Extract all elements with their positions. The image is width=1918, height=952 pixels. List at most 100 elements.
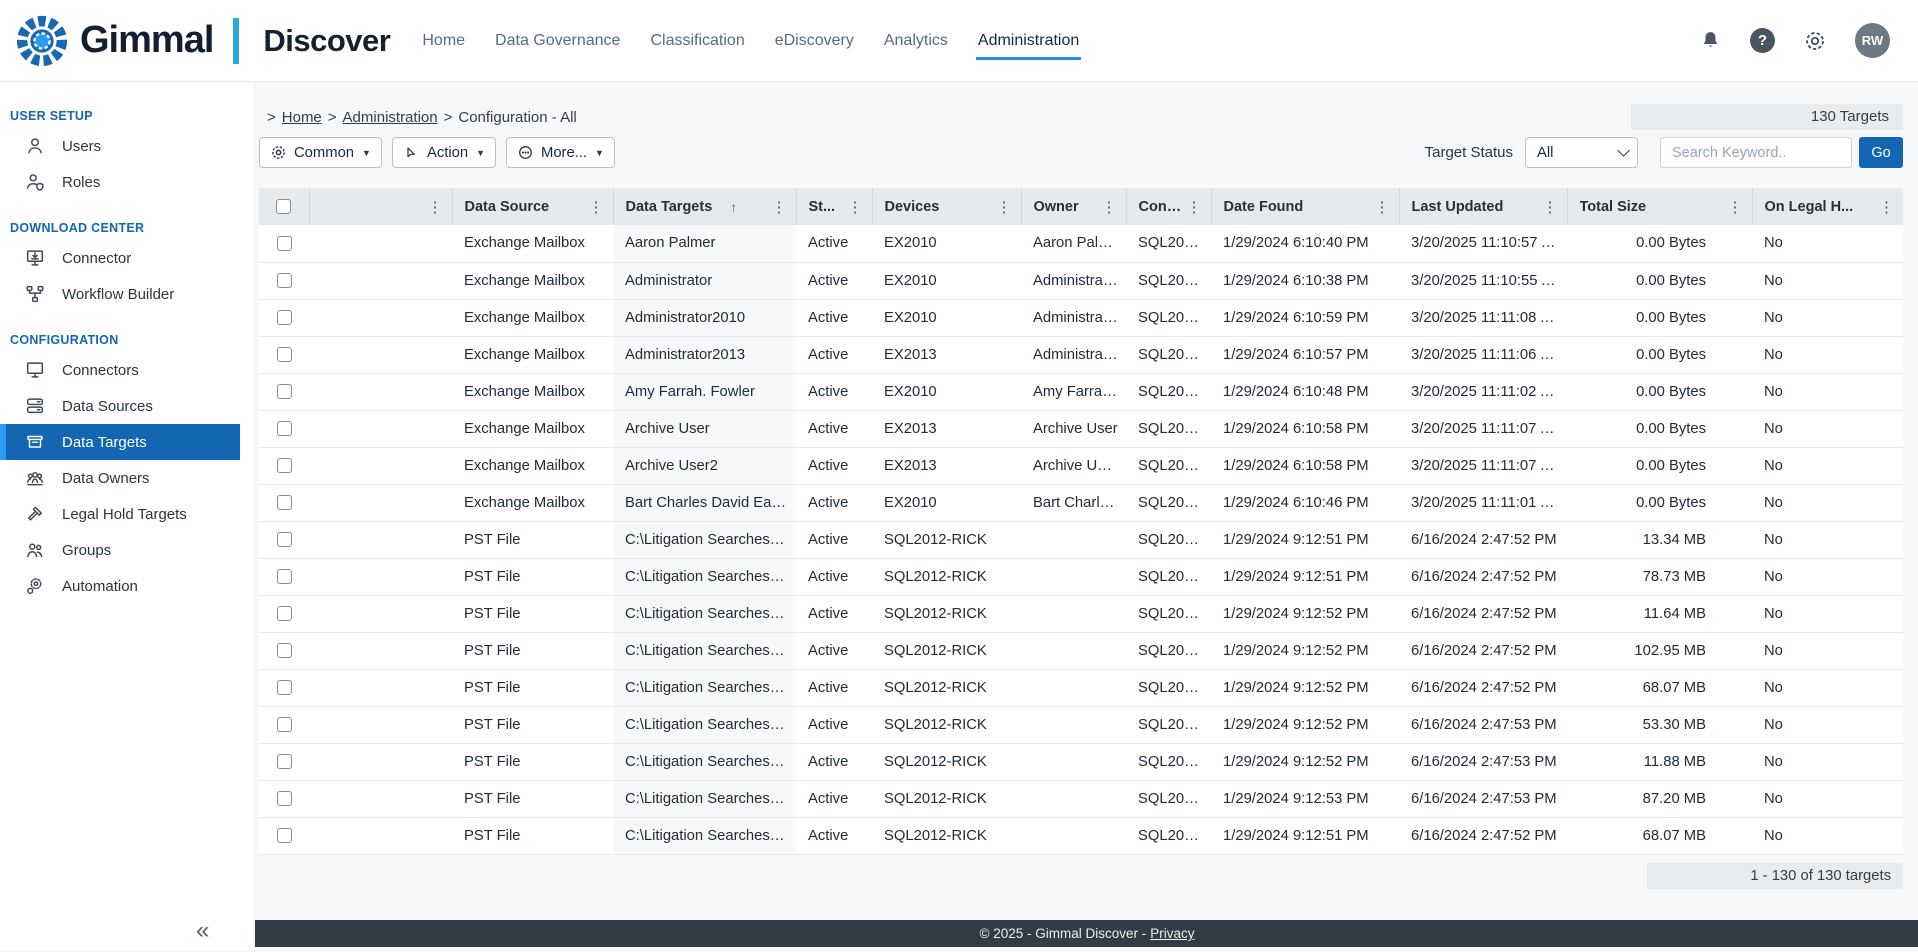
table-row[interactable]: Exchange MailboxAmy Farrah. FowlerActive… — [259, 373, 1903, 410]
breadcrumb-administration[interactable]: Administration — [343, 109, 438, 126]
table-row[interactable]: PST FileC:\Litigation Searches\Enr...Act… — [259, 780, 1903, 817]
sidebar-item-data-sources[interactable]: Data Sources — [0, 388, 240, 424]
cell-devices: EX2010 — [872, 299, 1021, 336]
sidebar-item-data-owners[interactable]: Data Owners — [0, 460, 240, 496]
column-menu-icon[interactable]: ⋮ — [1099, 198, 1120, 216]
column-menu-icon[interactable]: ⋮ — [1876, 198, 1897, 216]
sidebar-item-roles[interactable]: Roles — [0, 164, 240, 200]
nav-analytics[interactable]: Analytics — [884, 26, 948, 56]
row-checkbox[interactable] — [277, 273, 292, 288]
cell-connection: SQL2012-RI... — [1126, 336, 1211, 373]
table-row[interactable]: PST FileC:\Litigation Searches\Enr...Act… — [259, 558, 1903, 595]
chevron-down-icon — [1617, 144, 1630, 157]
select-all-checkbox[interactable] — [276, 199, 291, 214]
action-button[interactable]: Action▼ — [392, 137, 496, 168]
go-button[interactable]: Go — [1859, 137, 1903, 168]
column-menu-icon[interactable]: ⋮ — [425, 198, 446, 216]
sidebar-item-data-targets[interactable]: Data Targets — [0, 424, 240, 460]
nav-home[interactable]: Home — [422, 26, 465, 56]
cell-data_source: Exchange Mailbox — [452, 484, 613, 521]
users-icon — [23, 134, 47, 158]
row-checkbox[interactable] — [277, 310, 292, 325]
sidebar-collapse-icon[interactable]: « — [196, 919, 209, 943]
column-menu-icon[interactable]: ⋮ — [586, 198, 607, 216]
column-label: Data Targets — [626, 199, 713, 215]
sidebar-item-legal-hold-targets[interactable]: Legal Hold Targets — [0, 496, 240, 532]
table-row[interactable]: Exchange MailboxBart Charles David Earl … — [259, 484, 1903, 521]
sidebar-item-connector[interactable]: Connector — [0, 240, 240, 276]
cell-owner: Administrat... — [1021, 336, 1126, 373]
row-checkbox[interactable] — [277, 495, 292, 510]
target-status-select[interactable]: All — [1525, 137, 1638, 168]
sidebar-item-label: Legal Hold Targets — [62, 506, 187, 523]
sidebar-item-users[interactable]: Users — [0, 128, 240, 164]
table-row[interactable]: PST FileC:\Litigation Searches\Enr...Act… — [259, 706, 1903, 743]
cell-data_targets: C:\Litigation Searches\Enr... — [613, 558, 796, 595]
cell-on_legal_hold: No — [1752, 521, 1903, 558]
common-button[interactable]: Common▼ — [259, 137, 382, 168]
table-row[interactable]: Exchange MailboxArchive User2ActiveEX201… — [259, 447, 1903, 484]
sidebar-item-automation[interactable]: Automation — [0, 568, 240, 604]
table-row[interactable]: PST FileC:\Litigation Searches\Enr...Act… — [259, 669, 1903, 706]
table-row[interactable]: Exchange MailboxAdministratorActiveEX201… — [259, 262, 1903, 299]
row-checkbox[interactable] — [277, 828, 292, 843]
cell-type — [309, 558, 452, 595]
cell-on_legal_hold: No — [1752, 410, 1903, 447]
nav-ediscovery[interactable]: eDiscovery — [775, 26, 854, 56]
sidebar-section-download-center: DOWNLOAD CENTERConnectorWorkflow Builder — [0, 221, 254, 312]
sidebar-item-groups[interactable]: Groups — [0, 532, 240, 568]
row-checkbox[interactable] — [277, 421, 292, 436]
nav-classification[interactable]: Classification — [650, 26, 744, 56]
row-checkbox[interactable] — [277, 458, 292, 473]
column-menu-icon[interactable]: ⋮ — [769, 198, 790, 216]
row-checkbox[interactable] — [277, 236, 292, 251]
table-row[interactable]: PST FileC:\Litigation Searches\Div...Act… — [259, 817, 1903, 854]
table-row[interactable]: PST FileC:\Litigation Searches\Enr...Act… — [259, 632, 1903, 669]
sort-ascending-icon[interactable]: ↑ — [730, 199, 737, 215]
table-row[interactable]: PST FileC:\Litigation Searches\Enr...Act… — [259, 595, 1903, 632]
breadcrumb-home[interactable]: Home — [282, 109, 322, 126]
table-row[interactable]: Exchange MailboxAdministrator2010ActiveE… — [259, 299, 1903, 336]
row-checkbox[interactable] — [277, 643, 292, 658]
table-row[interactable]: Exchange MailboxArchive UserActiveEX2013… — [259, 410, 1903, 447]
row-checkbox[interactable] — [277, 791, 292, 806]
privacy-link[interactable]: Privacy — [1150, 926, 1194, 941]
row-checkbox[interactable] — [277, 384, 292, 399]
cell-connection: SQL2012-RI... — [1126, 817, 1211, 854]
cell-devices: SQL2012-RICK — [872, 780, 1021, 817]
cell-total_size: 68.07 MB — [1567, 669, 1752, 706]
cell-owner — [1021, 780, 1126, 817]
sidebar-item-connectors[interactable]: Connectors — [0, 352, 240, 388]
table-row[interactable]: PST FileC:\Litigation Searches\Enr...Act… — [259, 521, 1903, 558]
column-menu-icon[interactable]: ⋮ — [1372, 198, 1393, 216]
row-checkbox[interactable] — [277, 347, 292, 362]
row-checkbox[interactable] — [277, 606, 292, 621]
row-checkbox[interactable] — [277, 569, 292, 584]
table-row[interactable]: PST FileC:\Litigation Searches\Enr...Act… — [259, 743, 1903, 780]
table-row[interactable]: Exchange MailboxAaron PalmerActiveEX2010… — [259, 225, 1903, 262]
column-menu-icon[interactable]: ⋮ — [1184, 198, 1205, 216]
column-menu-icon[interactable]: ⋮ — [1540, 198, 1561, 216]
cell-connection: SQL2012-RI... — [1126, 262, 1211, 299]
column-menu-icon[interactable]: ⋮ — [1725, 198, 1746, 216]
column-menu-icon[interactable]: ⋮ — [845, 198, 866, 216]
row-checkbox[interactable] — [277, 717, 292, 732]
user-avatar[interactable]: RW — [1855, 23, 1890, 58]
nav-administration[interactable]: Administration — [978, 26, 1079, 56]
cell-connection: SQL2012-RI... — [1126, 225, 1211, 262]
notifications-bell-icon[interactable] — [1697, 28, 1723, 54]
table-row[interactable]: Exchange MailboxAdministrator2013ActiveE… — [259, 336, 1903, 373]
row-checkbox[interactable] — [277, 680, 292, 695]
cell-devices: SQL2012-RICK — [872, 706, 1021, 743]
cell-select — [259, 743, 309, 780]
nav-data-governance[interactable]: Data Governance — [495, 26, 620, 56]
column-menu-icon[interactable]: ⋮ — [994, 198, 1015, 216]
cell-last_updated: 3/20/2025 11:11:01 AM — [1399, 484, 1567, 521]
row-checkbox[interactable] — [277, 754, 292, 769]
sidebar-item-workflow-builder[interactable]: Workflow Builder — [0, 276, 240, 312]
row-checkbox[interactable] — [277, 532, 292, 547]
more-button[interactable]: More...▼ — [506, 137, 615, 168]
search-input[interactable] — [1660, 137, 1852, 168]
help-icon[interactable]: ? — [1750, 28, 1775, 53]
settings-gear-icon[interactable] — [1802, 28, 1828, 54]
